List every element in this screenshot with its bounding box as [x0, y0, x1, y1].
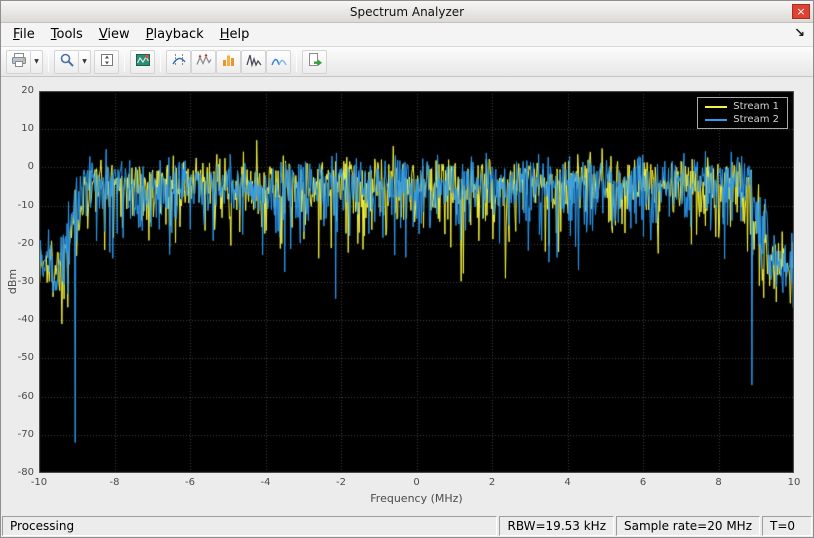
- toolbar-separator: [124, 52, 125, 72]
- menu-tools[interactable]: Tools: [43, 24, 91, 45]
- print-button[interactable]: [6, 50, 31, 74]
- y-tick-label: -80: [1, 467, 34, 478]
- print-dropdown[interactable]: ▼: [31, 50, 43, 74]
- legend-label: Stream 2: [733, 114, 779, 125]
- legend-entry: Stream 1: [698, 100, 787, 113]
- zoom-dropdown[interactable]: ▼: [79, 50, 91, 74]
- dock-icon[interactable]: ↘: [794, 26, 805, 41]
- x-tick-label: -4: [261, 477, 271, 488]
- x-tick-label: 0: [413, 477, 419, 488]
- x-tick-label: 6: [640, 477, 646, 488]
- spectrum-analyzer-window: Spectrum Analyzer × File Tools View Play…: [0, 0, 814, 538]
- y-tick-label: -60: [1, 391, 34, 402]
- spectrum-settings-icon: [135, 52, 151, 71]
- y-tick-label: -40: [1, 314, 34, 325]
- status-message: Processing: [2, 516, 497, 536]
- waveform-icon: [246, 52, 262, 71]
- status-sample-rate: Sample rate=20 MHz: [616, 516, 760, 536]
- distortion-measurements-button[interactable]: [241, 50, 266, 74]
- x-tick-label: -8: [110, 477, 120, 488]
- legend-line-sample: [705, 106, 727, 108]
- y-tick-label: -30: [1, 276, 34, 287]
- status-rbw: RBW=19.53 kHz: [499, 516, 614, 536]
- playback-step-button[interactable]: [302, 50, 327, 74]
- magnifier-icon: [59, 52, 75, 71]
- x-tick-label: -10: [31, 477, 47, 488]
- y-tick-label: 20: [1, 85, 34, 96]
- y-tick-label: -20: [1, 238, 34, 249]
- legend-line-sample: [705, 119, 727, 121]
- histogram-icon: [221, 52, 237, 71]
- legend-label: Stream 1: [733, 101, 779, 112]
- printer-icon: [11, 52, 27, 71]
- channel-curves-icon: [271, 52, 287, 71]
- menu-view[interactable]: View: [91, 24, 138, 45]
- title-bar[interactable]: Spectrum Analyzer ×: [1, 1, 813, 23]
- x-tick-label: 10: [788, 477, 801, 488]
- page-arrow-icon: [307, 52, 323, 71]
- channel-measurements-button[interactable]: [266, 50, 291, 74]
- toolbar: ▼ ▼: [1, 47, 813, 77]
- menu-bar: File Tools View Playback Help ↘: [1, 23, 813, 47]
- toolbar-separator: [296, 52, 297, 72]
- x-tick-label: 8: [715, 477, 721, 488]
- plot-panel: dBm Stream 1Stream 2 Frequency (MHz) 201…: [1, 77, 813, 515]
- x-axis-label: Frequency (MHz): [39, 492, 794, 505]
- y-tick-label: -10: [1, 200, 34, 211]
- menu-playback[interactable]: Playback: [138, 24, 212, 45]
- legend-entry: Stream 2: [698, 113, 787, 126]
- fit-to-view-button[interactable]: [94, 50, 119, 74]
- status-bar: Processing RBW=19.53 kHz Sample rate=20 …: [1, 515, 813, 537]
- y-tick-label: 10: [1, 123, 34, 134]
- x-tick-label: 2: [489, 477, 495, 488]
- spectrum-canvas[interactable]: [39, 91, 794, 473]
- toolbar-separator: [160, 52, 161, 72]
- cursor-measurements-button[interactable]: [166, 50, 191, 74]
- x-tick-label: -6: [185, 477, 195, 488]
- x-tick-label: 4: [564, 477, 570, 488]
- peak-finder-button[interactable]: [191, 50, 216, 74]
- expand-icon: [99, 52, 115, 71]
- y-tick-label: 0: [1, 161, 34, 172]
- ccdf-measurements-button[interactable]: [216, 50, 241, 74]
- y-tick-label: -70: [1, 429, 34, 440]
- peak-finder-icon: [196, 52, 212, 71]
- menu-file[interactable]: File: [5, 24, 43, 45]
- toolbar-separator: [48, 52, 49, 72]
- legend[interactable]: Stream 1 Stream 2: [697, 97, 788, 129]
- x-tick-label: -2: [336, 477, 346, 488]
- cursor-measurements-icon: [171, 52, 187, 71]
- menu-help[interactable]: Help: [212, 24, 258, 45]
- close-icon: ×: [796, 5, 805, 18]
- zoom-button[interactable]: [54, 50, 79, 74]
- status-time: T=0: [762, 516, 812, 536]
- spectrum-settings-button[interactable]: [130, 50, 155, 74]
- window-title: Spectrum Analyzer: [350, 5, 464, 19]
- y-tick-label: -50: [1, 352, 34, 363]
- close-button[interactable]: ×: [792, 4, 810, 19]
